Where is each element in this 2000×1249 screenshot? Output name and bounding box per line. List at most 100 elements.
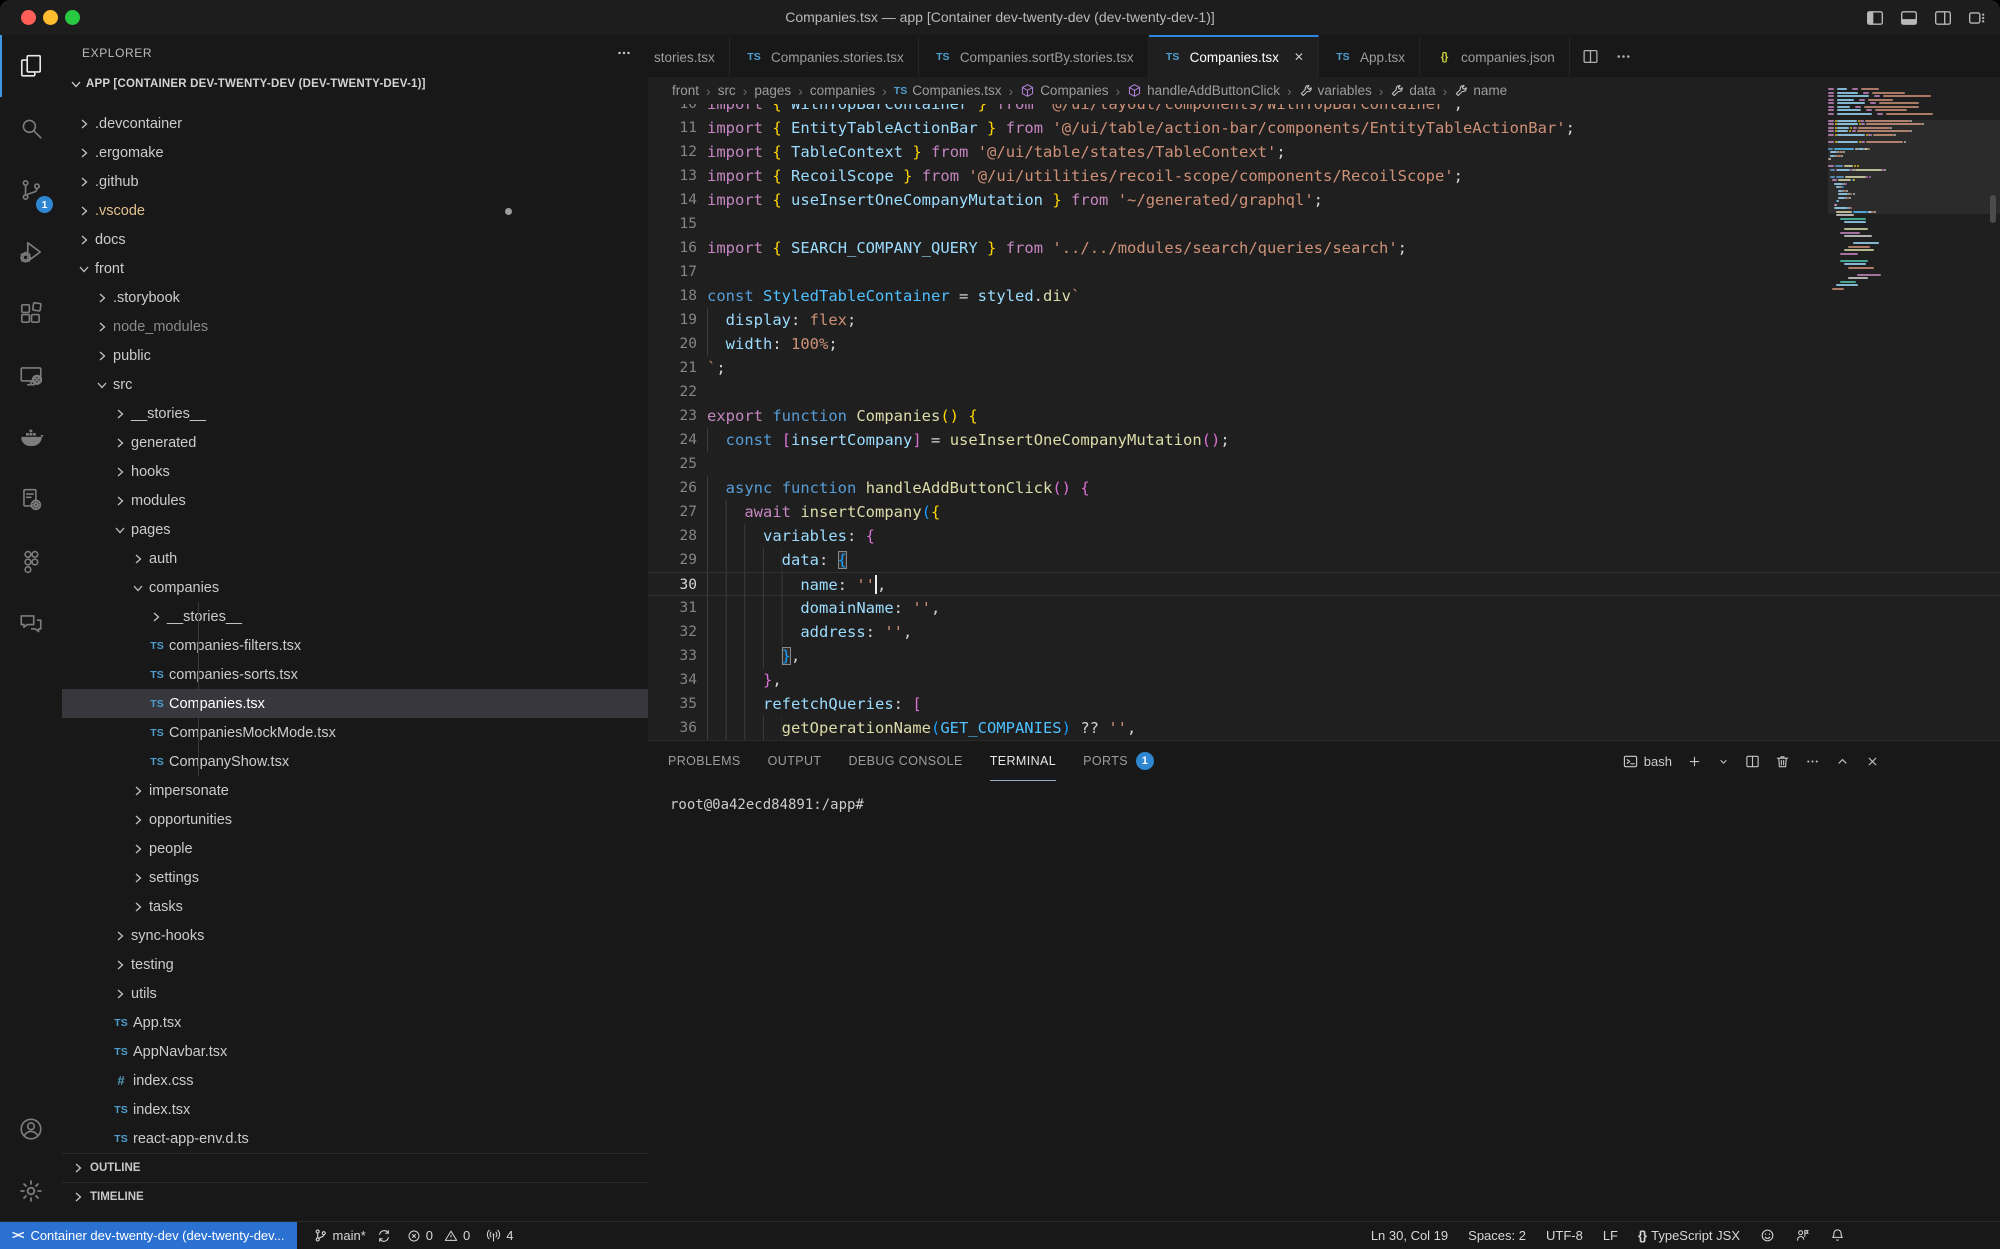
breadcrumb-item-name[interactable]: name xyxy=(1454,83,1507,98)
accounts-icon[interactable] xyxy=(0,1098,62,1160)
remote-indicator[interactable]: >< Container dev-twenty-dev (dev-twenty-… xyxy=(0,1222,297,1249)
editor-more-actions-icon[interactable] xyxy=(1615,48,1632,65)
split-editor-icon[interactable] xyxy=(1582,48,1599,65)
docker-icon[interactable] xyxy=(0,407,62,469)
code-line-10[interactable]: 10import { WithTopBarContainer } from '@… xyxy=(648,104,2000,116)
ports-indicator[interactable]: 4 xyxy=(486,1228,513,1243)
split-terminal-icon[interactable] xyxy=(1745,754,1760,769)
explorer-more-actions-icon[interactable] xyxy=(616,45,632,61)
tree-item-companies-tsx[interactable]: TSCompanies.tsx xyxy=(62,689,648,718)
breadcrumb-item-companies[interactable]: companies xyxy=(810,83,875,98)
tree-item-sync-hooks[interactable]: sync-hooks xyxy=(62,921,648,950)
tab-companies-json[interactable]: {}companies.json xyxy=(1420,35,1570,77)
code-line-32[interactable]: 32 address: '', xyxy=(648,620,2000,644)
code-line-14[interactable]: 14import { useInsertOneCompanyMutation }… xyxy=(648,188,2000,212)
breadcrumb-item-companies-tsx[interactable]: TSCompanies.tsx xyxy=(894,83,1002,98)
breadcrumb-item-companies[interactable]: Companies xyxy=(1020,83,1108,98)
language-mode[interactable]: {} TypeScript JSX xyxy=(1638,1228,1740,1243)
code-line-15[interactable]: 15 xyxy=(648,212,2000,236)
tab-companies-stories-tsx[interactable]: TSCompanies.stories.tsx xyxy=(730,35,919,77)
tree-item-auth[interactable]: auth xyxy=(62,544,648,573)
tree-item-companies[interactable]: companies xyxy=(62,573,648,602)
tree-item-index-css[interactable]: #index.css xyxy=(62,1066,648,1095)
code-line-29[interactable]: 29 data: { xyxy=(648,548,2000,572)
code-line-35[interactable]: 35 refetchQueries: [ xyxy=(648,692,2000,716)
close-tab-icon[interactable]: ✕ xyxy=(1294,50,1304,64)
code-line-31[interactable]: 31 domainName: '', xyxy=(648,596,2000,620)
panel-tab-terminal[interactable]: TERMINAL xyxy=(990,741,1056,781)
notifications-bell-icon[interactable] xyxy=(1830,1228,1845,1243)
code-line-33[interactable]: 33 }, xyxy=(648,644,2000,668)
code-line-27[interactable]: 27 await insertCompany({ xyxy=(648,500,2000,524)
code-line-23[interactable]: 23export function Companies() { xyxy=(648,404,2000,428)
breadcrumb-item-src[interactable]: src xyxy=(718,83,736,98)
tree-item-pages[interactable]: pages xyxy=(62,515,648,544)
tree-item-generated[interactable]: generated xyxy=(62,428,648,457)
tree-item-companies-filters-tsx[interactable]: TScompanies-filters.tsx xyxy=(62,631,648,660)
code-line-18[interactable]: 18const StyledTableContainer = styled.di… xyxy=(648,284,2000,308)
tree-item-appnavbar-tsx[interactable]: TSAppNavbar.tsx xyxy=(62,1037,648,1066)
minimap[interactable] xyxy=(1828,88,2000,318)
code-line-36[interactable]: 36 getOperationName(GET_COMPANIES) ?? ''… xyxy=(648,716,2000,740)
feedback-smiley-icon[interactable] xyxy=(1760,1228,1775,1243)
code-line-26[interactable]: 26 async function handleAddButtonClick()… xyxy=(648,476,2000,500)
tree-item-node-modules[interactable]: node_modules xyxy=(62,312,648,341)
tree-item-utils[interactable]: utils xyxy=(62,979,648,1008)
tab-companies-sortby-stories-tsx[interactable]: TSCompanies.sortBy.stories.tsx xyxy=(919,35,1149,77)
design-tool-icon[interactable] xyxy=(0,531,62,593)
tree-item-settings[interactable]: settings xyxy=(62,863,648,892)
tree-item-modules[interactable]: modules xyxy=(62,486,648,515)
code-line-30[interactable]: 30 name: '', xyxy=(648,572,2000,596)
code-line-24[interactable]: 24 const [insertCompany] = useInsertOneC… xyxy=(648,428,2000,452)
tree-item--ergomake[interactable]: .ergomake xyxy=(62,138,648,167)
scrollbar-thumb[interactable] xyxy=(1990,195,1996,223)
tab-app-tsx[interactable]: TSApp.tsx xyxy=(1319,35,1420,77)
tree-item-hooks[interactable]: hooks xyxy=(62,457,648,486)
tree-item--github[interactable]: .github xyxy=(62,167,648,196)
tree-item-src[interactable]: src xyxy=(62,370,648,399)
tree-item--stories-[interactable]: __stories__ xyxy=(62,602,648,631)
settings-gear-icon[interactable] xyxy=(0,1160,62,1222)
outline-section[interactable]: OUTLINE xyxy=(62,1153,648,1182)
new-terminal-icon[interactable] xyxy=(1687,754,1702,769)
search-icon[interactable] xyxy=(0,97,62,159)
tab-stories-tsx[interactable]: stories.tsx xyxy=(648,35,730,77)
tree-item-front[interactable]: front xyxy=(62,254,648,283)
terminal-content[interactable]: root@0a42ecd84891:/app# xyxy=(648,781,2000,813)
problems-indicator[interactable]: 0 0 xyxy=(407,1228,470,1243)
maximize-panel-icon[interactable] xyxy=(1835,754,1850,769)
breadcrumb-item-handleaddbuttonclick[interactable]: handleAddButtonClick xyxy=(1127,83,1280,98)
code-line-22[interactable]: 22 xyxy=(648,380,2000,404)
code-editor[interactable]: 10import { WithTopBarContainer } from '@… xyxy=(648,104,2000,740)
code-line-20[interactable]: 20 width: 100%; xyxy=(648,332,2000,356)
branch-indicator[interactable]: main* xyxy=(313,1228,391,1243)
breadcrumb-item-pages[interactable]: pages xyxy=(754,83,791,98)
code-line-17[interactable]: 17 xyxy=(648,260,2000,284)
tree-item-public[interactable]: public xyxy=(62,341,648,370)
remote-explorer-icon[interactable] xyxy=(0,345,62,407)
customize-layout-icon[interactable] xyxy=(1968,9,1986,27)
source-control-icon[interactable]: 1 xyxy=(0,159,62,221)
breadcrumb-item-front[interactable]: front xyxy=(672,83,699,98)
tree-item-index-tsx[interactable]: TSindex.tsx xyxy=(62,1095,648,1124)
toggle-sidebar-icon[interactable] xyxy=(1866,9,1884,27)
tree-item-impersonate[interactable]: impersonate xyxy=(62,776,648,805)
toggle-panel-icon[interactable] xyxy=(1900,9,1918,27)
tree-item--vscode[interactable]: .vscode xyxy=(62,196,648,225)
code-line-21[interactable]: 21`; xyxy=(648,356,2000,380)
workspace-section-header[interactable]: APP [CONTAINER DEV-TWENTY-DEV (DEV-TWENT… xyxy=(62,71,648,97)
extensions-icon[interactable] xyxy=(0,283,62,345)
code-line-28[interactable]: 28 variables: { xyxy=(648,524,2000,548)
tree-item-docs[interactable]: docs xyxy=(62,225,648,254)
kill-terminal-icon[interactable] xyxy=(1775,754,1790,769)
tree-item-app-tsx[interactable]: TSApp.tsx xyxy=(62,1008,648,1037)
toggle-secondary-sidebar-icon[interactable] xyxy=(1934,9,1952,27)
code-line-16[interactable]: 16import { SEARCH_COMPANY_QUERY } from '… xyxy=(648,236,2000,260)
encoding[interactable]: UTF-8 xyxy=(1546,1228,1583,1243)
timeline-section[interactable]: TIMELINE xyxy=(62,1182,648,1211)
breadcrumb-item-variables[interactable]: variables xyxy=(1299,83,1372,98)
panel-tab-problems[interactable]: PROBLEMS xyxy=(668,741,741,781)
code-line-13[interactable]: 13import { RecoilScope } from '@/ui/util… xyxy=(648,164,2000,188)
tree-item-people[interactable]: people xyxy=(62,834,648,863)
terminal-dropdown-icon[interactable] xyxy=(1717,755,1730,768)
